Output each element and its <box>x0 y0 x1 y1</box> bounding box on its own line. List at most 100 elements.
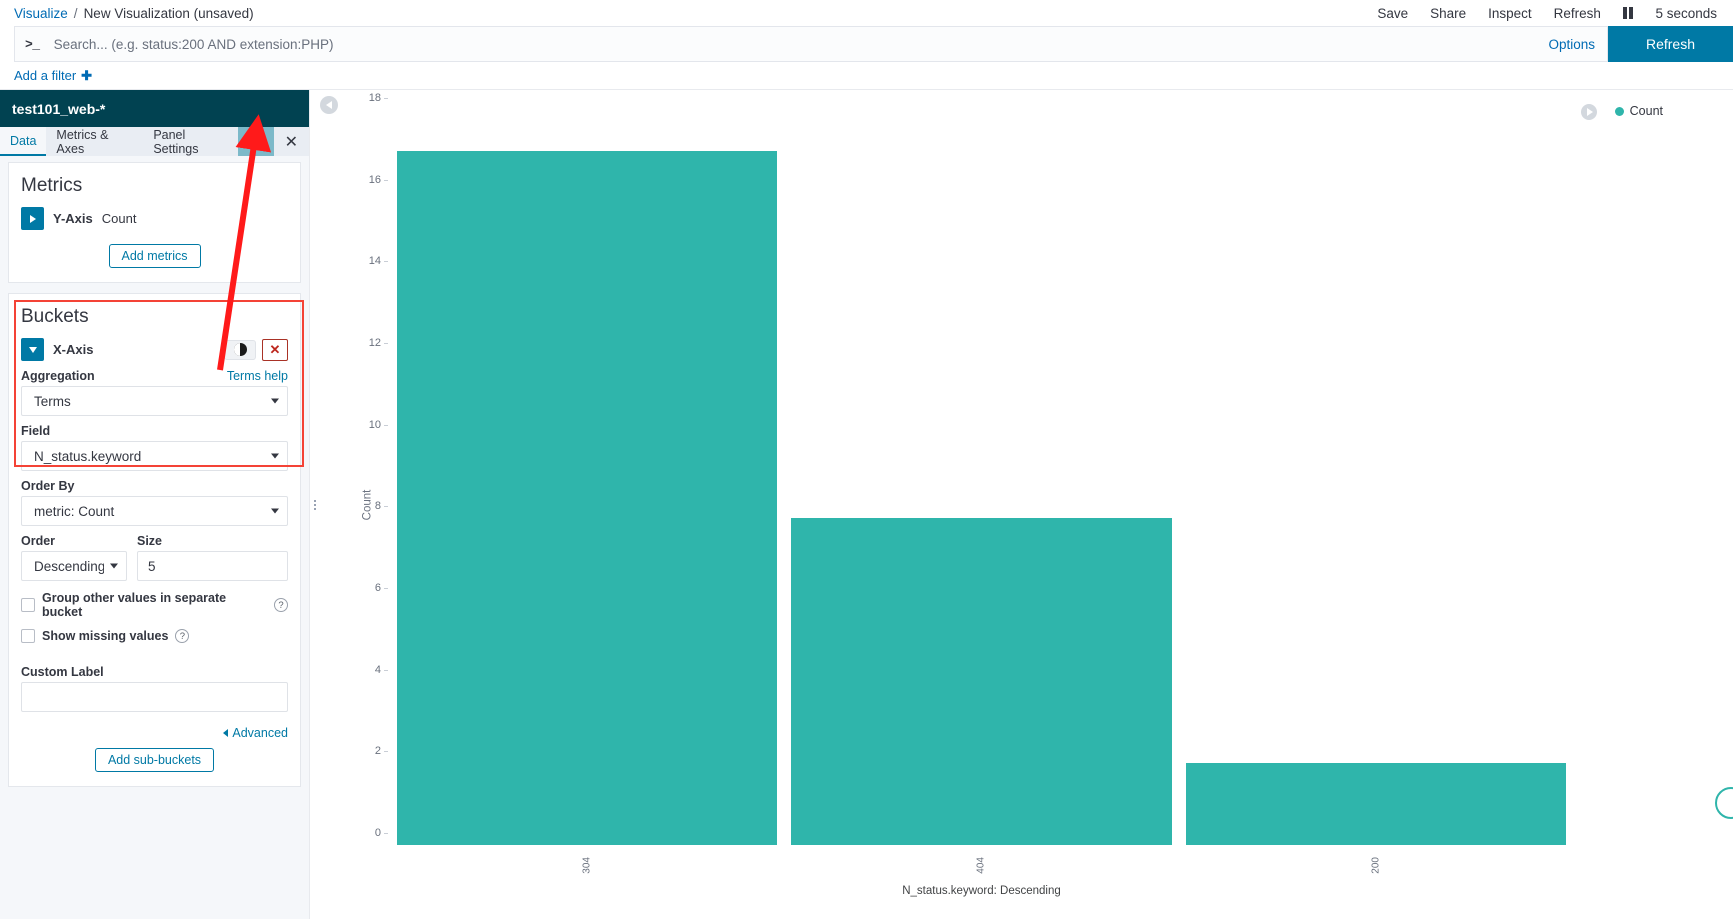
filter-bar: Add a filter ✚ <box>0 62 1733 90</box>
apply-changes-button[interactable] <box>238 127 274 156</box>
chevron-left-icon <box>223 729 229 737</box>
field-select-wrap: N_status.keyword <box>21 441 288 471</box>
order-select-wrap: Descending <box>21 551 127 581</box>
aggregation-select[interactable]: Terms <box>21 386 288 416</box>
metric-expand-button[interactable] <box>21 207 44 230</box>
console-prompt-icon: >_ <box>25 36 40 52</box>
legend-label: Count <box>1629 104 1663 118</box>
breadcrumb: Visualize / New Visualization (unsaved) <box>14 6 254 21</box>
order-by-label: Order By <box>21 479 75 493</box>
top-bar: Visualize / New Visualization (unsaved) … <box>0 0 1733 26</box>
collapse-left-button[interactable] <box>320 96 338 114</box>
add-filter-label: Add a filter <box>14 68 77 83</box>
enable-toggle-icon[interactable] <box>224 339 256 360</box>
add-metrics-button[interactable]: Add metrics <box>108 244 201 268</box>
terms-help-link[interactable]: Terms help <box>227 369 288 383</box>
sidebar-resize-handle[interactable] <box>311 90 319 919</box>
remove-x-icon: ✕ <box>269 341 281 357</box>
x-axis-tick: 304 <box>581 857 593 874</box>
tab-panel-settings[interactable]: Panel Settings <box>143 127 238 156</box>
group-other-values-checkbox[interactable] <box>21 598 35 612</box>
tab-metrics-and-axes[interactable]: Metrics & Axes <box>46 127 143 156</box>
group-other-values-row[interactable]: Group other values in separate bucket ? <box>21 591 288 619</box>
chevron-left-circle-icon <box>325 101 332 109</box>
y-axis-tick: 2 <box>375 745 390 757</box>
order-col: Order Descending <box>21 526 127 581</box>
bar[interactable] <box>396 150 778 845</box>
scroll-nub[interactable] <box>1715 787 1733 819</box>
remove-bucket-button[interactable]: ✕ <box>262 338 288 361</box>
size-input[interactable] <box>137 551 288 581</box>
bar-slot: 404 <box>784 110 1178 874</box>
size-col: Size <box>137 526 288 581</box>
metric-axis-label: Y-Axis <box>53 211 93 226</box>
collapse-legend-button[interactable] <box>1581 104 1597 120</box>
chevron-right-circle-icon <box>1586 108 1593 116</box>
add-sub-buckets-button[interactable]: Add sub-buckets <box>94 748 215 772</box>
query-bar: >_ Options Refresh <box>0 26 1733 62</box>
x-axis-tick: 200 <box>1370 857 1382 874</box>
question-mark-icon[interactable]: ? <box>274 598 288 612</box>
aggregation-select-wrap: Terms <box>21 386 288 416</box>
plus-icon: ✚ <box>81 67 93 83</box>
order-label: Order <box>21 534 56 548</box>
order-by-select-wrap: metric: Count <box>21 496 288 526</box>
aggregation-label: Aggregation <box>21 369 95 383</box>
order-select[interactable]: Descending <box>21 551 127 581</box>
metrics-panel: Metrics Y-Axis Count Add metrics <box>8 162 301 283</box>
show-missing-values-row[interactable]: Show missing values ? <box>21 629 288 643</box>
bar-series: 304 404 200 <box>390 110 1573 874</box>
breadcrumb-separator: / <box>73 5 78 21</box>
pause-icon[interactable] <box>1622 7 1634 19</box>
breadcrumb-visualize-link[interactable]: Visualize <box>14 6 68 21</box>
drag-dots-icon <box>314 499 316 510</box>
editor-body: Metrics Y-Axis Count Add metrics Buckets <box>0 156 309 919</box>
tab-data[interactable]: Data <box>0 127 47 156</box>
bar[interactable] <box>791 518 1172 845</box>
close-editor-button[interactable]: ✕ <box>273 127 309 156</box>
y-axis-tick: 6 <box>375 582 390 594</box>
query-options-link[interactable]: Options <box>1548 37 1595 52</box>
search-bar[interactable]: >_ Options <box>14 26 1608 62</box>
order-by-select[interactable]: metric: Count <box>21 496 288 526</box>
custom-label-input[interactable] <box>21 682 288 712</box>
chevron-down-icon <box>28 346 37 353</box>
y-axis-tick: 12 <box>369 337 390 349</box>
chart-legend[interactable]: Count <box>1614 104 1663 118</box>
bar-slot: 304 <box>390 110 784 874</box>
y-axis-tick: 10 <box>369 419 390 431</box>
show-missing-values-checkbox[interactable] <box>21 629 35 643</box>
plot-canvas: 0 2 4 6 8 10 12 14 16 18 304 404 200 <box>369 92 1573 874</box>
refresh-query-button[interactable]: Refresh <box>1607 26 1733 62</box>
metric-axis-value: Count <box>101 211 137 226</box>
chevron-right-icon <box>29 214 36 223</box>
add-filter-button[interactable]: Add a filter ✚ <box>14 68 92 84</box>
save-button[interactable]: Save <box>1377 6 1408 21</box>
bucket-x-axis-row[interactable]: X-Axis ✕ <box>21 338 288 361</box>
aggregation-label-row: Aggregation Terms help <box>21 369 288 383</box>
buckets-panel: Buckets X-Axis ✕ Aggregation Terms help … <box>8 293 304 787</box>
share-button[interactable]: Share <box>1430 6 1466 21</box>
search-input[interactable] <box>51 35 1549 53</box>
refresh-menu-button[interactable]: Refresh <box>1554 6 1601 21</box>
x-axis-tick: 404 <box>975 857 987 874</box>
plot-wrapper: Count 0 2 4 6 8 10 12 14 16 18 304 404 200 N_status… <box>318 92 1573 909</box>
visualization-editor-sidebar: test101_web-* Data Metrics & Axes Panel … <box>0 90 310 919</box>
editor-tabs: Data Metrics & Axes Panel Settings ✕ <box>0 127 309 156</box>
bar[interactable] <box>1185 763 1567 845</box>
main-area: test101_web-* Data Metrics & Axes Panel … <box>0 90 1733 919</box>
breadcrumb-current-title: New Visualization (unsaved) <box>83 5 254 21</box>
show-missing-values-label: Show missing values <box>42 629 169 643</box>
advanced-label: Advanced <box>232 726 288 740</box>
metric-y-axis-row[interactable]: Y-Axis Count <box>21 207 288 230</box>
field-select[interactable]: N_status.keyword <box>21 441 288 471</box>
bucket-collapse-button[interactable] <box>21 338 44 361</box>
bar-slot: 200 <box>1179 110 1573 874</box>
question-mark-icon[interactable]: ? <box>175 629 190 643</box>
x-axis-title: N_status.keyword: Descending <box>902 885 1061 897</box>
field-label: Field <box>21 424 51 438</box>
inspect-button[interactable]: Inspect <box>1488 6 1532 21</box>
visualization-chart-area: Count Count 0 2 4 6 8 10 12 14 16 18 304 404 200 N_… <box>310 90 1733 919</box>
advanced-toggle-link[interactable]: Advanced <box>223 726 288 740</box>
refresh-interval-label[interactable]: 5 seconds <box>1655 6 1717 21</box>
